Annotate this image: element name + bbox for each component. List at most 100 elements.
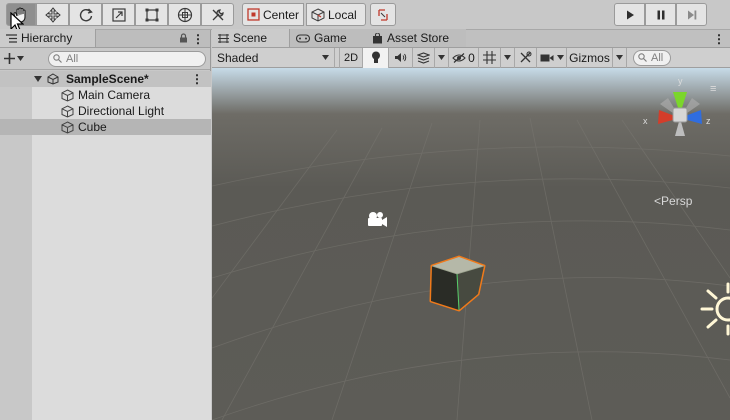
gameobject-cube-icon — [61, 120, 74, 134]
search-icon — [638, 53, 647, 62]
scene-grid-icon — [218, 33, 229, 43]
scene-panel: Scene Game Asset Store ⋮ Shaded 2D 0 Giz… — [212, 29, 730, 420]
play-button[interactable] — [614, 3, 645, 26]
lightbulb-icon — [371, 51, 380, 63]
local-cube-icon — [311, 7, 325, 22]
tab-asset-store-label: Asset Store — [387, 31, 450, 45]
hierarchy-search-input[interactable]: All — [48, 50, 206, 67]
play-icon — [626, 10, 634, 19]
projection-label: Persp — [661, 194, 693, 208]
pivot-rotation-label: Local — [328, 7, 357, 22]
lighting-toggle[interactable] — [363, 47, 389, 68]
directional-light-sun-icon[interactable] — [698, 282, 730, 336]
gamepad-icon — [296, 33, 310, 43]
rect-transform-icon — [145, 8, 158, 21]
chevron-down-icon — [504, 55, 511, 60]
scale-tool-button[interactable] — [102, 3, 135, 26]
hierarchy-tab-label: Hierarchy — [21, 31, 73, 45]
step-icon — [687, 10, 696, 19]
gameobject-cube-icon — [61, 88, 74, 102]
move-tool-button[interactable] — [36, 3, 69, 26]
step-button[interactable] — [676, 3, 707, 26]
hidden-count: 0 — [468, 50, 475, 65]
pivot-mode-toggle[interactable]: Center — [242, 3, 304, 26]
hidden-objects-toggle[interactable]: 0 — [449, 47, 479, 68]
scene-search-placeholder: All — [651, 51, 664, 64]
pause-button[interactable] — [645, 3, 676, 26]
create-dropdown[interactable] — [4, 53, 24, 64]
shading-mode-label: Shaded — [217, 50, 259, 65]
tab-hierarchy[interactable]: Hierarchy — [0, 29, 96, 47]
scene-root-item[interactable]: SampleScene* ⋮ — [0, 71, 211, 87]
selected-cube-object[interactable] — [426, 252, 488, 316]
search-icon — [53, 54, 62, 63]
shading-mode-dropdown[interactable]: Shaded — [212, 47, 335, 68]
rotate-tool-button[interactable] — [69, 3, 102, 26]
effects-toggle[interactable] — [413, 47, 435, 68]
hierarchy-item-selected[interactable]: Cube — [0, 119, 211, 135]
hierarchy-item[interactable]: Main Camera — [0, 87, 211, 103]
scale-icon — [111, 7, 126, 22]
projection-arrow-icon: < — [654, 194, 662, 208]
list-icon — [6, 33, 17, 43]
grid-snapping-toggle[interactable] — [479, 47, 501, 68]
custom-tools-button[interactable] — [201, 3, 234, 26]
rect-tool-button[interactable] — [135, 3, 168, 26]
tab-game[interactable]: Game — [290, 29, 366, 47]
transform-tool-button[interactable] — [168, 3, 201, 26]
scene-tools-toggle[interactable] — [515, 47, 537, 68]
hierarchy-item-label: Cube — [78, 120, 107, 134]
chevron-down-icon — [438, 55, 445, 60]
effects-dropdown[interactable] — [435, 47, 449, 68]
hierarchy-toolbar: All — [0, 48, 210, 70]
chevron-down-icon — [17, 56, 24, 61]
transform-icon — [177, 7, 192, 22]
camera-gizmo-icon[interactable] — [365, 210, 389, 228]
orientation-gizmo[interactable]: y x z ≡ — [640, 74, 730, 174]
2d-toggle-label: 2D — [343, 51, 359, 64]
grid-icon — [483, 51, 496, 64]
hierarchy-tree: SampleScene* ⋮ Main Camera Directional L… — [0, 71, 211, 135]
gameobject-cube-icon — [61, 104, 74, 118]
axis-y-label: y — [678, 76, 683, 86]
move-arrows-icon — [44, 6, 61, 23]
main-toolbar: Center Local — [0, 0, 730, 30]
tab-asset-store[interactable]: Asset Store — [366, 29, 466, 47]
tab-scene[interactable]: Scene — [212, 29, 290, 47]
tools-icon — [520, 51, 532, 63]
camera-icon — [540, 54, 553, 61]
camera-settings-dropdown[interactable] — [537, 47, 567, 68]
scene-name: SampleScene* — [66, 72, 149, 86]
audio-toggle[interactable] — [389, 47, 413, 68]
hierarchy-panel: Hierarchy ⋮ All SampleScene* ⋮ Main Came… — [0, 29, 211, 420]
gizmo-menu-icon[interactable]: ≡ — [710, 83, 716, 95]
gizmos-label: Gizmos — [569, 50, 610, 65]
2d-toggle[interactable]: 2D — [339, 47, 363, 68]
chevron-down-icon — [322, 55, 329, 60]
lock-icon[interactable] — [179, 33, 188, 43]
eye-slash-icon — [452, 52, 466, 63]
gizmos-button[interactable]: Gizmos — [567, 47, 613, 68]
hierarchy-tabbar: Hierarchy ⋮ — [0, 29, 210, 48]
chevron-down-icon — [556, 55, 564, 60]
unity-scene-icon — [47, 73, 59, 85]
hierarchy-item[interactable]: Directional Light — [0, 103, 211, 119]
gizmos-dropdown[interactable] — [613, 47, 627, 68]
effects-layers-icon — [417, 51, 430, 64]
center-pivot-icon — [247, 8, 260, 21]
pivot-rotation-toggle[interactable]: Local — [306, 3, 366, 26]
chevron-down-icon — [616, 55, 623, 60]
hierarchy-item-label: Main Camera — [78, 88, 151, 102]
scene-menu-icon[interactable]: ⋮ — [191, 72, 203, 86]
plus-icon — [4, 53, 15, 64]
snap-settings-button[interactable] — [370, 3, 396, 26]
expand-arrow-icon[interactable] — [34, 76, 42, 82]
scene-viewport[interactable]: y x z ≡ <Persp — [212, 68, 730, 420]
panel-menu-icon[interactable]: ⋮ — [192, 33, 204, 45]
hierarchy-item-label: Directional Light — [78, 104, 165, 118]
projection-toggle[interactable]: <Persp — [654, 194, 692, 208]
scene-search-input[interactable]: All — [633, 49, 671, 66]
grid-dropdown[interactable] — [501, 47, 515, 68]
scene-panel-menu-icon[interactable]: ⋮ — [713, 33, 725, 45]
axis-z-label: z — [706, 116, 711, 126]
